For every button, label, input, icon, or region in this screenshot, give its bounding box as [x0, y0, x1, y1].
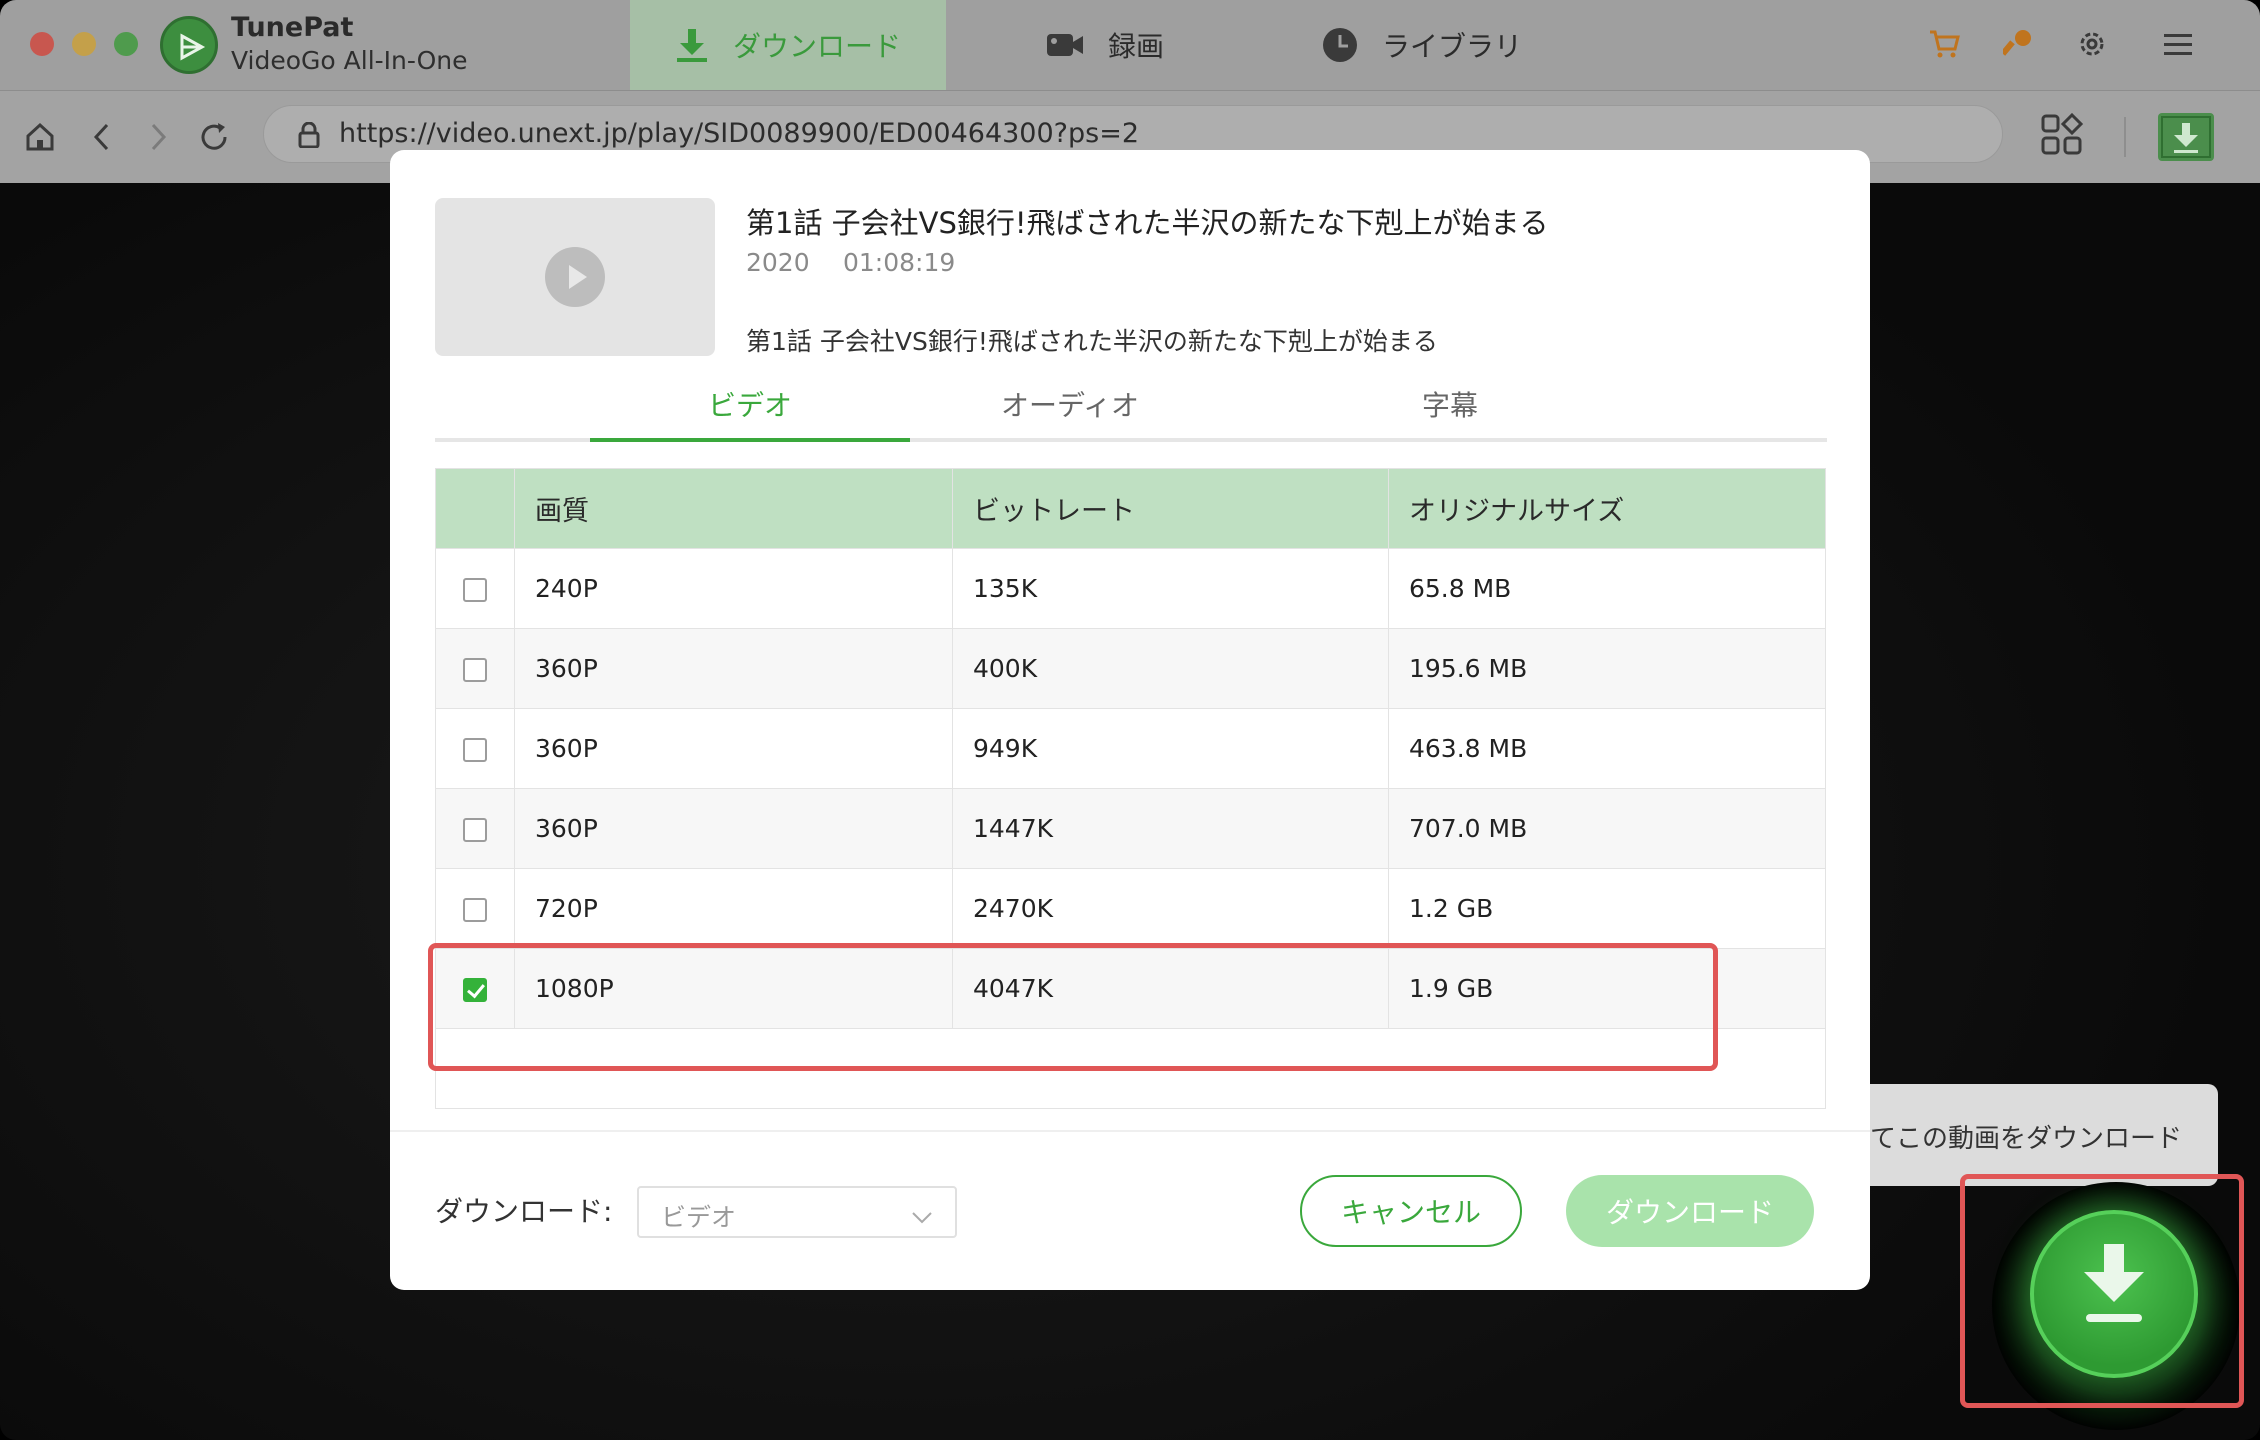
table-row[interactable]: 240P 135K 65.8 MB	[435, 548, 1826, 629]
download-options-dialog: 第1話 子会社VS銀行!飛ばされた半沢の新たな下剋上が始まる 2020 01:0…	[390, 150, 1870, 1290]
minimize-window-button[interactable]	[72, 32, 96, 56]
table-row[interactable]: 360P 1447K 707.0 MB	[435, 788, 1826, 869]
menu-icon[interactable]	[2156, 22, 2200, 66]
play-icon	[545, 247, 605, 307]
table-row[interactable]: 360P 949K 463.8 MB	[435, 708, 1826, 789]
title-bar: TunePat VideoGo All-In-One ダウンロード 録画 ライブ…	[0, 0, 2260, 90]
row-checkbox-cell	[435, 548, 515, 629]
header-checkbox-cell	[435, 468, 515, 549]
row-checkbox-cell	[435, 628, 515, 709]
bitrate-cell: 2470K	[952, 868, 1389, 949]
quality-cell: 360P	[514, 628, 953, 709]
highlight-box	[1960, 1174, 2244, 1408]
row-checkbox[interactable]	[463, 898, 487, 922]
maximize-window-button[interactable]	[114, 32, 138, 56]
tab-audio[interactable]: オーディオ	[910, 370, 1230, 438]
row-checkbox-cell	[435, 708, 515, 789]
video-description: 第1話 子会社VS銀行!飛ばされた半沢の新たな下剋上が始まる	[746, 327, 1438, 356]
cart-icon[interactable]	[1922, 22, 1966, 66]
tab-subtitles[interactable]: 字幕	[1290, 370, 1610, 438]
brand-name: TunePat	[231, 12, 354, 43]
tooltip-text: てこの動画をダウンロード	[1870, 1124, 2183, 1154]
footer-divider	[390, 1130, 1870, 1132]
header-quality: 画質	[514, 468, 953, 549]
highlight-box	[428, 943, 1718, 1071]
video-title: 第1話 子会社VS銀行!飛ばされた半沢の新たな下剋上が始まる	[746, 206, 1549, 240]
table-header-row: 画質 ビットレート オリジナルサイズ	[435, 468, 1826, 549]
tab-video[interactable]: ビデオ	[590, 370, 910, 442]
dialog-tabs: ビデオ オーディオ 字幕	[435, 370, 1827, 442]
header-bitrate: ビットレート	[952, 468, 1389, 549]
bitrate-cell: 135K	[952, 548, 1389, 629]
app-logo	[160, 16, 218, 74]
gear-icon[interactable]	[2070, 22, 2114, 66]
brand-subtitle: VideoGo All-In-One	[231, 46, 468, 75]
size-cell: 65.8 MB	[1388, 548, 1826, 629]
tab-record[interactable]: 録画	[1046, 0, 1164, 90]
row-checkbox-cell	[435, 788, 515, 869]
download-icon	[675, 27, 709, 63]
tab-download-label: ダウンロード	[732, 30, 901, 63]
download-tooltip: てこの動画をダウンロード	[1870, 1084, 2218, 1200]
bitrate-cell: 949K	[952, 708, 1389, 789]
chevron-down-icon	[911, 1202, 933, 1231]
download-video-icon[interactable]	[2158, 113, 2214, 161]
key-icon[interactable]	[1996, 22, 2040, 66]
size-cell: 1.2 GB	[1388, 868, 1826, 949]
back-icon[interactable]	[80, 115, 124, 159]
tab-download[interactable]: ダウンロード	[630, 0, 946, 90]
app-window: TunePat VideoGo All-In-One ダウンロード 録画 ライブ…	[0, 0, 2260, 1440]
video-thumbnail	[435, 198, 715, 356]
tab-library[interactable]: ライブラリ	[1322, 0, 1522, 90]
forward-icon[interactable]	[136, 115, 180, 159]
close-window-button[interactable]	[30, 32, 54, 56]
row-checkbox[interactable]	[463, 578, 487, 602]
tab-library-label: ライブラリ	[1382, 30, 1523, 63]
divider	[2124, 117, 2126, 157]
tab-record-label: 録画	[1108, 30, 1165, 63]
bitrate-cell: 1447K	[952, 788, 1389, 869]
home-icon[interactable]	[18, 115, 62, 159]
download-button[interactable]: ダウンロード	[1566, 1175, 1814, 1247]
row-checkbox[interactable]	[463, 738, 487, 762]
quality-cell: 240P	[514, 548, 953, 629]
video-year: 2020	[746, 248, 810, 277]
size-cell: 463.8 MB	[1388, 708, 1826, 789]
quality-cell: 360P	[514, 788, 953, 869]
clock-icon	[1322, 27, 1358, 63]
row-checkbox[interactable]	[463, 658, 487, 682]
row-checkbox[interactable]	[463, 818, 487, 842]
video-duration: 01:08:19	[843, 248, 956, 277]
header-size: オリジナルサイズ	[1388, 468, 1826, 549]
quality-cell: 360P	[514, 708, 953, 789]
lock-icon	[298, 121, 320, 152]
bitrate-cell: 400K	[952, 628, 1389, 709]
cancel-button[interactable]: キャンセル	[1300, 1175, 1522, 1247]
quality-cell: 720P	[514, 868, 953, 949]
download-type-select[interactable]: ビデオ	[637, 1186, 957, 1238]
size-cell: 195.6 MB	[1388, 628, 1826, 709]
table-row[interactable]: 720P 2470K 1.2 GB	[435, 868, 1826, 949]
url-text: https://video.unext.jp/play/SID0089900/E…	[339, 118, 1139, 149]
apps-grid-icon[interactable]	[2040, 112, 2084, 161]
reload-icon[interactable]	[192, 115, 236, 159]
size-cell: 707.0 MB	[1388, 788, 1826, 869]
table-row[interactable]: 360P 400K 195.6 MB	[435, 628, 1826, 709]
video-camera-icon	[1046, 31, 1084, 59]
row-checkbox-cell	[435, 868, 515, 949]
download-type-label: ダウンロード:	[435, 1195, 613, 1228]
download-type-value: ビデオ	[661, 1203, 737, 1232]
